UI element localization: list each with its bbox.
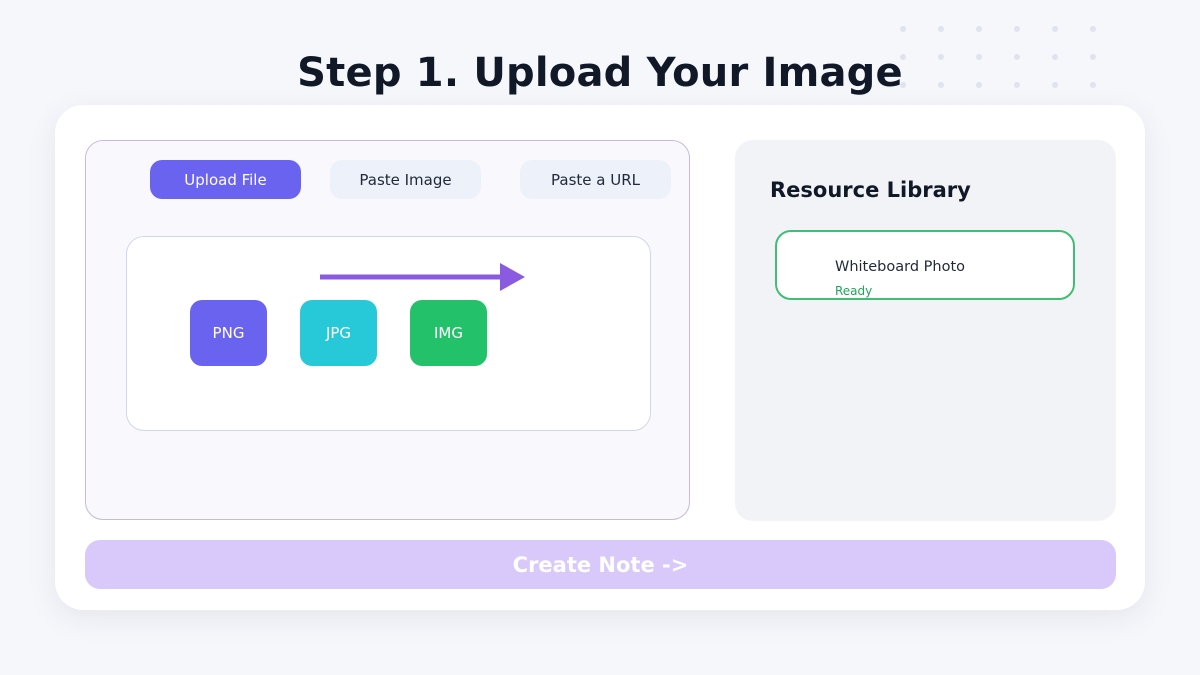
upload-panel: Upload File Paste Image Paste a URL PNG …: [85, 140, 690, 520]
tab-paste-image[interactable]: Paste Image: [330, 160, 481, 199]
resource-status: Ready: [835, 284, 873, 298]
tab-paste-url[interactable]: Paste a URL: [520, 160, 671, 199]
page: Step 1. Upload Your Image Upload File Pa…: [0, 0, 1200, 675]
file-type-jpg: JPG: [300, 300, 377, 366]
resource-library-title: Resource Library: [770, 178, 971, 202]
file-type-png: PNG: [190, 300, 267, 366]
tab-upload-file[interactable]: Upload File: [150, 160, 301, 199]
arrow-right-icon: [320, 263, 525, 291]
upload-card: Upload File Paste Image Paste a URL PNG …: [55, 105, 1145, 610]
page-title: Step 1. Upload Your Image: [297, 50, 903, 96]
resource-item[interactable]: Whiteboard Photo Ready: [775, 230, 1075, 300]
file-type-img: IMG: [410, 300, 487, 366]
resource-name: Whiteboard Photo: [835, 259, 966, 275]
create-note-button[interactable]: Create Note ->: [85, 540, 1116, 589]
file-dropzone[interactable]: PNG JPG IMG: [126, 236, 651, 431]
resource-library-panel: Resource Library Whiteboard Photo Ready: [735, 140, 1116, 521]
